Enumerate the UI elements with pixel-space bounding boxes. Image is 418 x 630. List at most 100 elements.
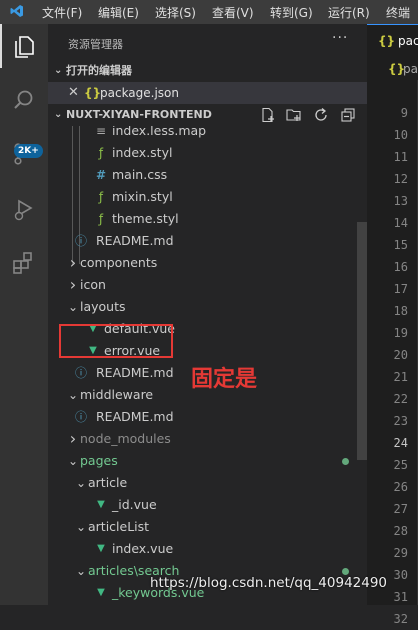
source-control-badge: 2K+ (14, 144, 43, 158)
search-icon (14, 90, 33, 109)
tree-item[interactable]: › node_modules (48, 428, 367, 450)
line-number: 32 (393, 612, 408, 626)
file-icon: ≡ (95, 126, 107, 138)
tree-item-label: middleware (80, 387, 154, 402)
modified-dot-icon (342, 568, 349, 575)
line-number: 26 (393, 480, 408, 494)
tree-item-label: articleList (88, 519, 150, 534)
chevron-down-icon: ⌄ (67, 300, 79, 314)
menu-item[interactable]: 终端 (386, 4, 410, 21)
tree-item[interactable]: ⌄ article (48, 472, 367, 494)
readme-info-icon: ⓘ (74, 410, 87, 424)
vscode-logo-icon (10, 4, 24, 18)
close-icon[interactable]: ✕ (68, 82, 79, 104)
refresh-icon[interactable] (313, 107, 329, 123)
explorer-activity-button[interactable] (0, 24, 48, 68)
chevron-down-icon: ⌄ (75, 520, 87, 534)
more-actions-button[interactable]: ··· (332, 30, 348, 46)
extensions-activity-button[interactable] (0, 240, 48, 284)
line-number: 11 (393, 150, 408, 164)
annotation-text: 固定是 (191, 367, 258, 392)
line-number: 13 (393, 194, 408, 208)
tree-item[interactable]: ƒ mixin.styl (48, 186, 367, 208)
menu-item[interactable]: 查看(V) (212, 4, 254, 21)
line-number: 9 (400, 106, 408, 120)
line-number: 27 (393, 502, 408, 516)
vue-file-icon: ▼ (97, 543, 105, 554)
project-section-header[interactable]: ⌄ NUXT-XIYAN-FRONTEND (48, 104, 367, 126)
readme-info-icon: ⓘ (74, 234, 87, 248)
tree-item[interactable]: ⌄ articleList (48, 516, 367, 538)
title-bar: 文件(F) 编辑(E) 选择(S) 查看(V) 转到(G) 运行(R) 终端 (0, 0, 418, 24)
explorer-title: 资源管理器 (68, 38, 123, 51)
chevron-right-icon: › (69, 429, 77, 448)
line-number: 17 (393, 282, 408, 296)
stylus-file-icon: ƒ (98, 190, 104, 204)
menu-item[interactable]: 选择(S) (155, 4, 196, 21)
tree-item[interactable]: › components (48, 252, 367, 274)
json-icon: {} (84, 86, 102, 100)
new-file-icon[interactable] (260, 107, 276, 123)
tree-item[interactable]: ▼ index.vue (48, 538, 367, 560)
editor-area: {} package.json {} package.json 9 10 11 12 1… (367, 24, 418, 626)
explorer-sidebar: 资源管理器 ··· ⌄ 打开的编辑器 ✕ {} package.json ⌄ N… (48, 24, 367, 605)
tree-item-label: index.less.map (112, 126, 207, 138)
open-editor-item[interactable]: ✕ {} package.json (48, 82, 367, 104)
menu-item[interactable]: 运行(R) (328, 4, 370, 21)
tree-item[interactable]: # main.css (48, 164, 367, 186)
highlight-box (59, 324, 173, 358)
activity-bar: 2K+ (0, 24, 48, 605)
tree-item[interactable]: ⓘ README.md (48, 230, 367, 252)
stylus-file-icon: ƒ (98, 146, 104, 160)
tree-item-label: index.styl (112, 145, 173, 160)
tree-item[interactable]: ƒ index.styl (48, 142, 367, 164)
menu-item[interactable]: 文件(F) (42, 4, 82, 21)
menu-item[interactable]: 转到(G) (270, 4, 313, 21)
tree-item[interactable]: ⌄ layouts (48, 296, 367, 318)
open-editors-label: 打开的编辑器 (66, 64, 132, 77)
tree-item[interactable]: ⌄ pages (48, 450, 367, 472)
chevron-down-icon: ⌄ (54, 65, 63, 76)
vue-file-icon: ▼ (97, 499, 105, 510)
readme-info-icon: ⓘ (74, 366, 87, 380)
tree-item-label: mixin.styl (112, 189, 173, 204)
collapse-all-icon[interactable] (340, 107, 356, 123)
menu-item[interactable]: 编辑(E) (98, 4, 139, 21)
breadcrumb-file: package.json (403, 62, 418, 76)
line-number: 16 (393, 260, 408, 274)
css-file-icon: # (95, 168, 107, 182)
sidebar-scrollbar[interactable] (357, 222, 367, 460)
breadcrumb[interactable]: {} package.json (367, 58, 418, 80)
tree-item[interactable]: ⓘ README.md (48, 406, 367, 428)
new-folder-icon[interactable] (286, 107, 302, 123)
line-number: 20 (393, 348, 408, 362)
line-number: 29 (393, 546, 408, 560)
search-activity-button[interactable] (0, 78, 48, 122)
watermark: https://blog.csdn.net/qq_40942490 (150, 575, 388, 591)
tree-item-label: _id.vue (112, 497, 157, 512)
chevron-down-icon: ⌄ (75, 476, 87, 490)
line-number: 12 (393, 172, 408, 186)
modified-dot-icon (342, 458, 349, 465)
tree-item[interactable]: ▼ _id.vue (48, 494, 367, 516)
line-number: 22 (393, 392, 408, 406)
tree-item-label: README.md (96, 409, 174, 424)
tree-item[interactable]: › icon (48, 274, 367, 296)
tree-item-label: icon (80, 277, 106, 292)
tree-item[interactable]: ≡ index.less.map (48, 126, 367, 142)
run-debug-activity-button[interactable] (0, 186, 48, 230)
open-editors-section-header[interactable]: ⌄ 打开的编辑器 (48, 60, 367, 82)
open-editor-file-name: package.json (100, 86, 180, 100)
stylus-file-icon: ƒ (98, 212, 104, 226)
line-number: 10 (393, 128, 408, 142)
editor-tab-label: package.json (398, 34, 418, 48)
chevron-right-icon: › (69, 253, 77, 272)
line-number: 15 (393, 238, 408, 252)
chevron-down-icon: ⌄ (75, 564, 87, 578)
files-icon (15, 36, 34, 58)
tree-item[interactable]: ƒ theme.styl (48, 208, 367, 230)
editor-tab[interactable]: {} package.json (367, 24, 418, 59)
tree-item-label: node_modules (80, 431, 171, 446)
tree-item-label: README.md (96, 365, 174, 380)
vue-file-icon: ▼ (97, 587, 105, 598)
